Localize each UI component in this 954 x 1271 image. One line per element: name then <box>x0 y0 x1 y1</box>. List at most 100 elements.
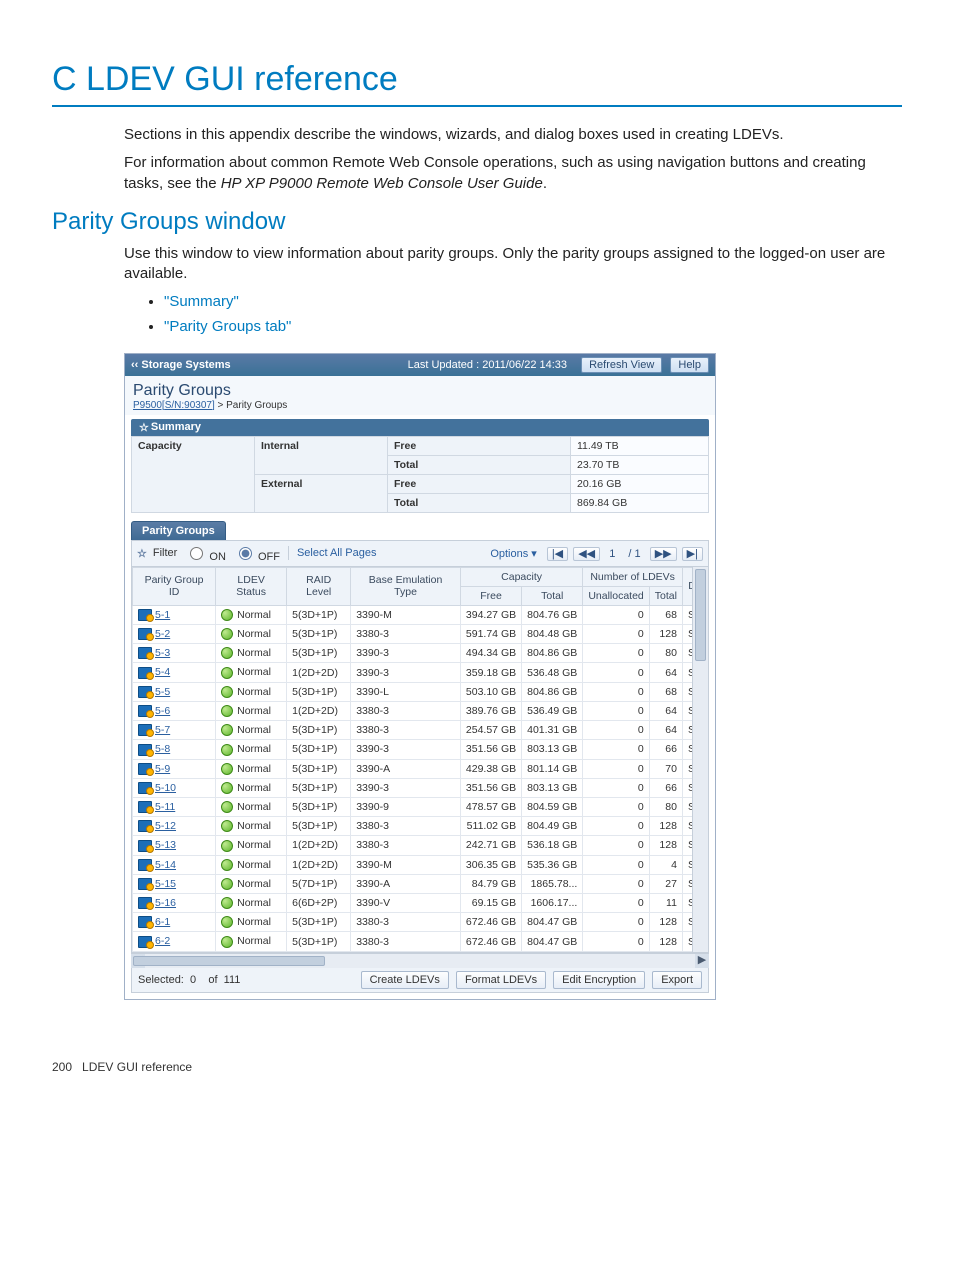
ldevs-total-value: 80 <box>649 644 682 663</box>
capacity-total-value: 536.48 GB <box>522 663 583 682</box>
table-row[interactable]: 6-2Normal5(3D+1P)3380-3672.46 GB804.47 G… <box>133 932 708 951</box>
pager-last-button[interactable]: ▶| <box>682 547 703 561</box>
table-row[interactable]: 5-4Normal1(2D+2D)3390-3359.18 GB536.48 G… <box>133 663 708 682</box>
table-row[interactable]: 5-8Normal5(3D+1P)3390-3351.56 GB803.13 G… <box>133 740 708 759</box>
table-row[interactable]: 5-11Normal5(3D+1P)3390-9478.57 GB804.59 … <box>133 797 708 816</box>
filter-on-radio[interactable]: ON <box>185 544 226 563</box>
col-parity-group-id[interactable]: Parity Group ID <box>133 567 216 605</box>
create-ldevs-button[interactable]: Create LDEVs <box>361 971 449 989</box>
table-row[interactable]: 6-1Normal5(3D+1P)3380-3672.46 GB804.47 G… <box>133 913 708 932</box>
ldev-status-value: Normal <box>237 897 271 909</box>
horizontal-scrollbar[interactable]: ◀ ▶ <box>131 953 709 968</box>
col-ldev-status[interactable]: LDEV Status <box>216 567 287 605</box>
ldev-status-value: Normal <box>237 916 271 928</box>
table-row[interactable]: 5-14Normal1(2D+2D)3390-M306.35 GB535.36 … <box>133 855 708 874</box>
parity-group-icon <box>138 744 152 756</box>
parity-group-id-link[interactable]: 5-5 <box>155 686 170 698</box>
parity-group-id-link[interactable]: 6-2 <box>155 935 170 947</box>
summary-external-header: External <box>255 474 388 512</box>
parity-group-id-link[interactable]: 6-1 <box>155 916 170 928</box>
capacity-total-value: 536.49 GB <box>522 701 583 720</box>
emulation-type-value: 3390-A <box>351 759 461 778</box>
filter-off-radio[interactable]: OFF <box>234 544 280 563</box>
ldevs-unallocated-value: 0 <box>583 797 649 816</box>
status-normal-icon <box>221 724 233 736</box>
ldev-status-value: Normal <box>237 705 271 717</box>
table-row[interactable]: 5-10Normal5(3D+1P)3390-3351.56 GB803.13 … <box>133 778 708 797</box>
parity-group-id-link[interactable]: 5-10 <box>155 782 176 794</box>
parity-group-icon <box>138 782 152 794</box>
col-number-of-ldevs[interactable]: Number of LDEVs <box>583 567 683 586</box>
refresh-view-button[interactable]: Refresh View <box>581 357 662 373</box>
col-ldevs-total[interactable]: Total <box>649 586 682 605</box>
summary-capacity-header: Capacity <box>132 436 255 512</box>
ldevs-total-value: 64 <box>649 663 682 682</box>
edit-encryption-button[interactable]: Edit Encryption <box>553 971 645 989</box>
table-row[interactable]: 5-6Normal1(2D+2D)3380-3389.76 GB536.49 G… <box>133 701 708 720</box>
raid-level-value: 6(6D+2P) <box>287 894 351 913</box>
pager-page-total: / 1 <box>624 548 644 560</box>
export-button[interactable]: Export <box>652 971 702 989</box>
parity-group-id-link[interactable]: 5-12 <box>155 820 176 832</box>
parity-group-id-link[interactable]: 5-16 <box>155 897 176 909</box>
breadcrumb-system-link[interactable]: P9500[S/N:90307] <box>133 400 215 411</box>
col-base-emulation-type[interactable]: Base Emulation Type <box>351 567 461 605</box>
titlebar-context[interactable]: Storage Systems <box>141 359 230 371</box>
capacity-total-value: 804.86 GB <box>522 682 583 701</box>
parity-group-id-link[interactable]: 5-3 <box>155 647 170 659</box>
parity-group-id-link[interactable]: 5-8 <box>155 743 170 755</box>
capacity-free-value: 254.57 GB <box>460 721 521 740</box>
options-dropdown[interactable]: Options ▾ <box>490 547 537 560</box>
pager-prev-button[interactable]: ◀◀ <box>573 547 600 561</box>
table-row[interactable]: 5-3Normal5(3D+1P)3390-3494.34 GB804.86 G… <box>133 644 708 663</box>
tab-parity-groups[interactable]: Parity Groups <box>131 521 226 540</box>
parity-group-id-link[interactable]: 5-4 <box>155 666 170 678</box>
back-chevron-icon[interactable]: ‹‹ <box>131 359 138 371</box>
vertical-scrollbar[interactable] <box>692 567 708 952</box>
scroll-right-icon[interactable]: ▶ <box>695 954 709 968</box>
raid-level-value: 5(3D+1P) <box>287 682 351 701</box>
parity-group-id-link[interactable]: 5-9 <box>155 763 170 775</box>
parity-group-id-link[interactable]: 5-15 <box>155 878 176 890</box>
table-row[interactable]: 5-12Normal5(3D+1P)3380-3511.02 GB804.49 … <box>133 817 708 836</box>
ldevs-unallocated-value: 0 <box>583 721 649 740</box>
col-ldevs-unallocated[interactable]: Unallocated <box>583 586 649 605</box>
status-normal-icon <box>221 647 233 659</box>
ldevs-total-value: 70 <box>649 759 682 778</box>
select-all-pages-link[interactable]: Select All Pages <box>297 547 377 559</box>
col-capacity-free[interactable]: Free <box>460 586 521 605</box>
summary-internal-free-label: Free <box>388 436 571 455</box>
help-button[interactable]: Help <box>670 357 709 373</box>
parity-group-id-link[interactable]: 5-13 <box>155 839 176 851</box>
table-row[interactable]: 5-7Normal5(3D+1P)3380-3254.57 GB401.31 G… <box>133 721 708 740</box>
ldevs-unallocated-value: 0 <box>583 682 649 701</box>
ldev-status-value: Normal <box>237 628 271 640</box>
table-row[interactable]: 5-1Normal5(3D+1P)3390-M394.27 GB804.76 G… <box>133 605 708 624</box>
pager-next-button[interactable]: ▶▶ <box>650 547 677 561</box>
col-capacity-total[interactable]: Total <box>522 586 583 605</box>
table-row[interactable]: 5-9Normal5(3D+1P)3390-A429.38 GB801.14 G… <box>133 759 708 778</box>
parity-group-id-link[interactable]: 5-14 <box>155 859 176 871</box>
parity-group-id-link[interactable]: 5-1 <box>155 609 170 621</box>
format-ldevs-button[interactable]: Format LDEVs <box>456 971 546 989</box>
ldevs-unallocated-value: 0 <box>583 605 649 624</box>
parity-group-id-link[interactable]: 5-11 <box>155 801 175 813</box>
parity-group-id-link[interactable]: 5-7 <box>155 724 170 736</box>
parity-group-id-link[interactable]: 5-2 <box>155 628 170 640</box>
table-row[interactable]: 5-2Normal5(3D+1P)3380-3591.74 GB804.48 G… <box>133 624 708 643</box>
link-summary[interactable]: "Summary" <box>164 293 239 310</box>
table-row[interactable]: 5-15Normal5(7D+1P)3390-A84.79 GB1865.78.… <box>133 874 708 893</box>
footer-section-label: LDEV GUI reference <box>82 1060 192 1074</box>
table-row[interactable]: 5-5Normal5(3D+1P)3390-L503.10 GB804.86 G… <box>133 682 708 701</box>
table-row[interactable]: 5-16Normal6(6D+2P)3390-V69.15 GB1606.17.… <box>133 894 708 913</box>
breadcrumb-separator: > <box>218 400 227 411</box>
pager-first-button[interactable]: |◀ <box>547 547 568 561</box>
link-parity-groups-tab[interactable]: "Parity Groups tab" <box>164 318 291 335</box>
table-row[interactable]: 5-13Normal1(2D+2D)3380-3242.71 GB536.18 … <box>133 836 708 855</box>
col-capacity[interactable]: Capacity <box>460 567 582 586</box>
col-raid-level[interactable]: RAID Level <box>287 567 351 605</box>
parity-group-icon <box>138 897 152 909</box>
summary-section-header[interactable]: ☆ Summary <box>131 419 709 436</box>
summary-external-free-value: 20.16 GB <box>571 474 709 493</box>
parity-group-id-link[interactable]: 5-6 <box>155 705 170 717</box>
